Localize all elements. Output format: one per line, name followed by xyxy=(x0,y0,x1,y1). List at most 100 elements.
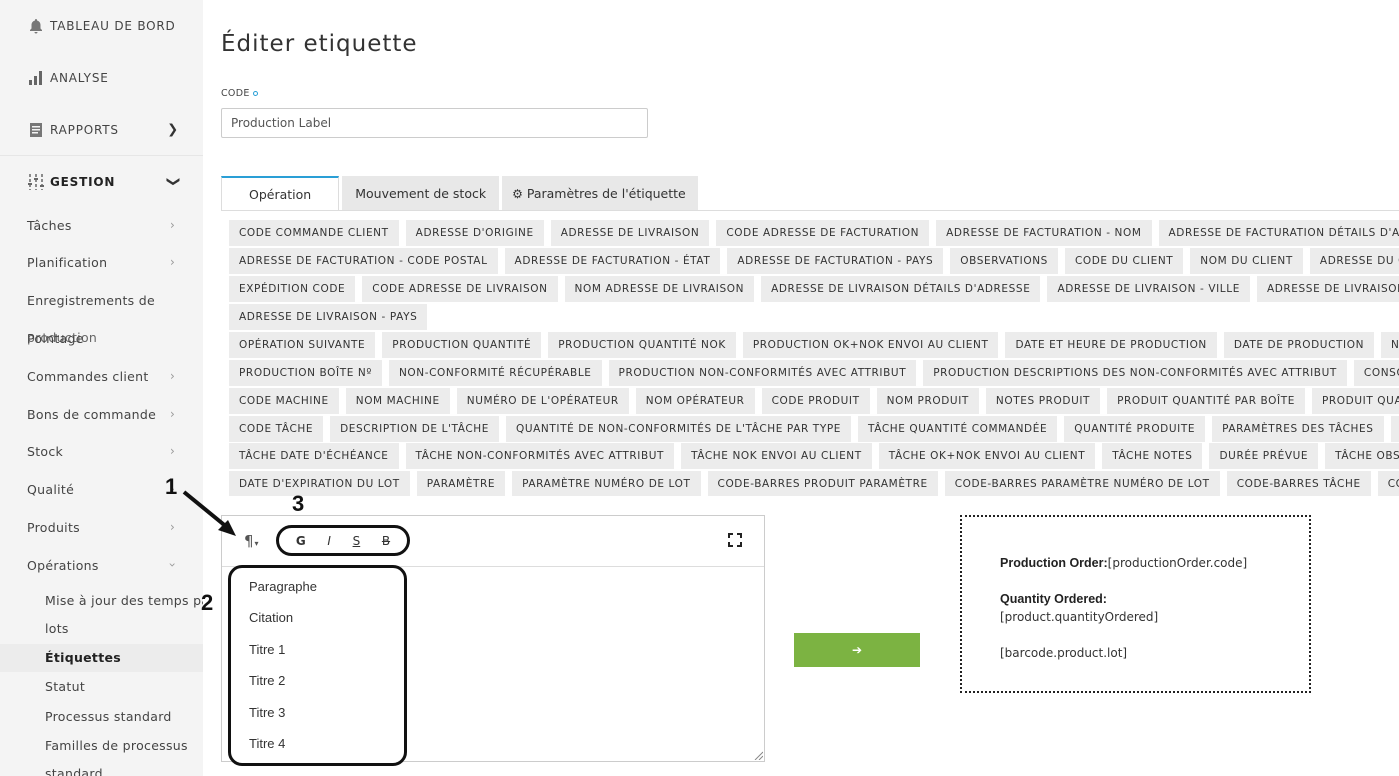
paragraph-format-button[interactable]: ¶▾ xyxy=(244,532,259,550)
sidebar-item-bons-de-commande[interactable]: Bons de commande › xyxy=(27,407,175,422)
placeholder-tag[interactable]: ADRESSE DE LIVRAISON - PAYS xyxy=(229,304,428,330)
placeholder-tag[interactable]: CODE MACHINE xyxy=(229,388,339,414)
resize-handle-icon[interactable] xyxy=(753,750,763,760)
placeholder-tag[interactable]: CODE-BARRES TÂCHE xyxy=(1226,471,1371,496)
placeholder-tag[interactable]: DESCRIPTION DE L'TÂCHE xyxy=(330,416,499,442)
underline-button[interactable]: S xyxy=(353,534,361,548)
placeholder-tag[interactable]: PRODUIT QUANTITÉ PAR BOÎTE xyxy=(1107,388,1305,414)
placeholder-tag[interactable]: TÂCHE NOTES xyxy=(1102,443,1203,469)
placeholder-tag[interactable]: CODE-BARRES PRODUIT PARAMÈTRE xyxy=(707,471,938,496)
placeholder-tag[interactable]: TÂCHE QUANTITÉ COMMANDÉE xyxy=(858,416,1058,442)
italic-button[interactable]: I xyxy=(327,534,331,548)
placeholder-tag[interactable]: ADRESSE DE FACTURATION - ÉTAT xyxy=(504,248,721,274)
strikethrough-button[interactable]: B xyxy=(382,534,390,548)
sidebar-subitem-familles[interactable]: Familles de processus xyxy=(45,738,188,753)
placeholder-tag[interactable]: NOM MACHINE xyxy=(345,388,450,414)
fullscreen-icon[interactable] xyxy=(728,533,742,551)
placeholder-tag[interactable]: TÂCHE OBSERVATIONS xyxy=(1325,443,1399,469)
placeholder-tag[interactable]: PRODUCTION QUANTITÉ xyxy=(382,332,542,358)
placeholder-tag[interactable]: ADRESSE DE FACTURATION - PAYS xyxy=(727,248,944,274)
dropdown-item-titre-4[interactable]: Titre 4 xyxy=(249,736,285,751)
placeholder-tag[interactable]: PRODUCTION BOÎTE Nº xyxy=(229,360,382,386)
dropdown-item-titre-1[interactable]: Titre 1 xyxy=(249,642,285,657)
placeholder-tag[interactable]: PARAMÈTRE xyxy=(416,471,506,496)
placeholder-tag[interactable]: PRODUCTION OK+NOK ENVOI AU CLIENT xyxy=(742,332,999,358)
placeholder-tag[interactable]: PRODUCTION QUANTITÉ NOK xyxy=(548,332,736,358)
placeholder-tag[interactable]: ADRESSE DE LIVRAISON - CODE POSTAL xyxy=(1256,276,1399,302)
tab-parametres-etiquette[interactable]: ⚙ Paramètres de l'étiquette xyxy=(502,176,698,211)
tab-operation[interactable]: Opération xyxy=(221,176,340,211)
dropdown-item-citation[interactable]: Citation xyxy=(249,610,293,625)
placeholder-tag[interactable]: ADRESSE DE FACTURATION - NOM xyxy=(936,220,1152,246)
sidebar-subitem-mise-a-jour[interactable]: Mise à jour des temps par xyxy=(45,593,203,608)
placeholder-tag[interactable]: PRODUCTION NON-CONFORMITÉS AVEC ATTRIBUT xyxy=(608,360,917,386)
placeholder-tag[interactable]: CODE-BARRES PARAMÈTRE NUMÉRO DE LOT xyxy=(944,471,1220,496)
placeholder-tag[interactable]: CODE-BARRES EXPÉDITION xyxy=(1377,471,1399,496)
placeholder-tag[interactable]: ADRESSE DE FACTURATION - CODE POSTAL xyxy=(229,248,498,274)
placeholder-tag[interactable]: TÂCHE OK+NOK ENVOI AU CLIENT xyxy=(878,443,1096,469)
placeholder-tag[interactable]: ADRESSE DE FACTURATION DÉTAILS D'ADRESSE xyxy=(1158,220,1399,246)
placeholder-tag[interactable]: PARAMÈTRES DES TÂCHES xyxy=(1212,416,1384,442)
placeholder-tag[interactable]: OPÉRATION SUIVANTE xyxy=(229,332,376,358)
placeholder-tag[interactable]: EXPÉDITION CODE xyxy=(229,276,356,302)
insert-button[interactable]: ➔ xyxy=(794,633,920,667)
placeholder-tag[interactable]: NOM OPÉRATEUR xyxy=(635,388,755,414)
placeholder-tag[interactable]: CODE ADRESSE DE FACTURATION xyxy=(716,220,930,246)
sidebar-item-stock[interactable]: Stock › xyxy=(27,444,175,459)
placeholder-tag[interactable]: CONSOMMATION xyxy=(1353,360,1399,386)
placeholder-tag[interactable]: NOM DU CLIENT xyxy=(1190,248,1303,274)
sidebar-item-dashboard[interactable]: TABLEAU DE BORD xyxy=(0,0,203,52)
sidebar-item-commandes-client[interactable]: Commandes client › xyxy=(27,369,175,384)
tab-mouvement-de-stock[interactable]: Mouvement de stock xyxy=(342,176,500,211)
sidebar-item-taches[interactable]: Tâches › xyxy=(27,218,175,233)
sidebar-item-qualite[interactable]: Qualité › xyxy=(27,482,175,497)
placeholder-tag[interactable]: ADRESSE DE LIVRAISON DÉTAILS D'ADRESSE xyxy=(761,276,1041,302)
sidebar-item-produits[interactable]: Produits › xyxy=(27,520,175,535)
dropdown-item-titre-3[interactable]: Titre 3 xyxy=(249,705,285,720)
placeholder-tag[interactable]: NOM PRODUIT xyxy=(876,388,979,414)
sidebar-subitem-standard[interactable]: standard xyxy=(45,766,103,776)
placeholder-tag[interactable]: TÂCHE DATE D'ÉCHÉANCE xyxy=(229,443,399,469)
placeholder-tag[interactable]: CODE ADRESSE DE LIVRAISON xyxy=(362,276,558,302)
placeholder-tag[interactable]: DATE ET HEURE DE PRODUCTION xyxy=(1005,332,1217,358)
sidebar-subitem-etiquettes[interactable]: Étiquettes xyxy=(45,650,121,665)
placeholder-tag[interactable]: TÂCHE NON-CONFORMITÉS AVEC ATTRIBUT xyxy=(405,443,675,469)
placeholder-tag[interactable]: NOTES PRODUIT xyxy=(985,388,1101,414)
placeholder-tag[interactable]: ADRESSE DE LIVRAISON - VILLE xyxy=(1047,276,1250,302)
placeholder-tag[interactable]: NUMÉRO DE L'OPÉRATEUR xyxy=(456,388,629,414)
placeholder-tag[interactable]: PRODUIT QUANTITÉ COMMANDÉE xyxy=(1311,388,1399,414)
sidebar-item-rapports[interactable]: RAPPORTS ❯ xyxy=(0,104,203,156)
placeholder-tag[interactable]: NON-CONFORMITÉ RÉCUPÉRABLE xyxy=(388,360,602,386)
placeholder-tag[interactable]: ADRESSE DE LIVRAISON xyxy=(550,220,710,246)
placeholder-tag[interactable]: QUANTITÉ PRODUITE xyxy=(1064,416,1206,442)
placeholder-tag[interactable]: PARAMÈTRE NUMÉRO DE LOT xyxy=(512,471,701,496)
placeholder-tag[interactable]: NUMÉRO DE LOT xyxy=(1381,332,1399,358)
placeholder-tag[interactable]: DATE DE PRODUCTION xyxy=(1223,332,1375,358)
placeholder-tag[interactable]: ADRESSE DU CLIENT xyxy=(1309,248,1399,274)
placeholder-tag[interactable]: TÂCHE NOK ENVOI AU CLIENT xyxy=(681,443,872,469)
sidebar-item-analyse[interactable]: ANALYSE xyxy=(0,52,203,104)
placeholder-tag[interactable]: NOM ADRESSE DE LIVRAISON xyxy=(564,276,755,302)
bold-button[interactable]: G xyxy=(296,534,306,548)
placeholder-tag[interactable]: CODE TÂCHE xyxy=(229,416,324,442)
sidebar-item-enregistrements[interactable]: Enregistrements de xyxy=(27,293,155,308)
placeholder-tag[interactable]: ADRESSE D'ORIGINE xyxy=(405,220,544,246)
dropdown-item-titre-2[interactable]: Titre 2 xyxy=(249,673,285,688)
placeholder-tag[interactable]: CODE DU CLIENT xyxy=(1064,248,1184,274)
dropdown-item-paragraphe[interactable]: Paragraphe xyxy=(249,579,317,594)
sidebar-subitem-statut[interactable]: Statut xyxy=(45,679,85,694)
placeholder-tag[interactable]: PRODUCTION DESCRIPTIONS DES NON-CONFORMI… xyxy=(923,360,1347,386)
placeholder-tag[interactable]: DATE D'EXPIRATION DU LOT xyxy=(229,471,410,496)
placeholder-tag[interactable]: CODE COMMANDE CLIENT xyxy=(229,220,399,246)
sidebar-item-pointage[interactable]: Pointage xyxy=(27,331,84,346)
placeholder-tag[interactable]: TÂCHE QUANTITÉ PAR BOÎTE xyxy=(1390,416,1399,442)
sidebar-subitem-lots[interactable]: lots xyxy=(45,621,69,636)
sidebar-item-planification[interactable]: Planification › xyxy=(27,255,175,270)
sidebar-item-operations[interactable]: Opérations › xyxy=(27,558,180,573)
sidebar-item-gestion[interactable]: GESTION ❯ xyxy=(0,156,203,208)
placeholder-tag[interactable]: CODE PRODUIT xyxy=(761,388,870,414)
sidebar-subitem-processus-standard[interactable]: Processus standard xyxy=(45,709,172,724)
placeholder-tag[interactable]: DURÉE PRÉVUE xyxy=(1209,443,1319,469)
placeholder-tag[interactable]: QUANTITÉ DE NON-CONFORMITÉS DE L'TÂCHE P… xyxy=(505,416,852,442)
code-input[interactable] xyxy=(221,108,648,138)
